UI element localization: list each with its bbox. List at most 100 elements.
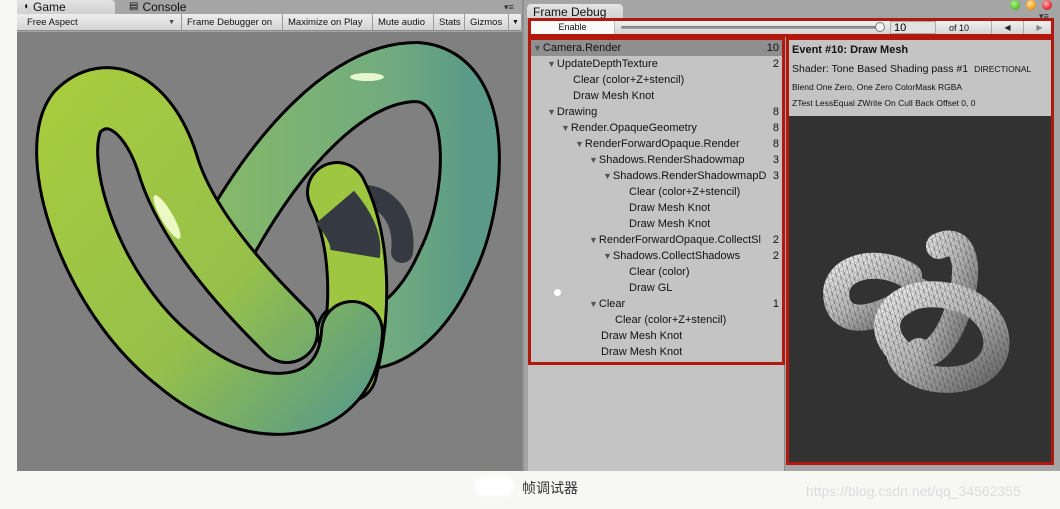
arrow-left-icon: ◀ [1004,23,1011,32]
tree-row[interactable]: Clear (color+Z+stencil) [531,312,782,328]
tree-row-label: UpdateDepthTexture [556,58,658,70]
aspect-dropdown[interactable]: Free Aspect ▼ [17,14,182,31]
expand-triangle-icon[interactable]: ▼ [603,171,612,181]
event-details-header: Event #10: Draw Mesh Shader: Tone Based … [789,40,1051,116]
tree-row[interactable]: Draw Mesh Knot [531,344,782,360]
frame-debugger-window: Frame Debug ▾≡ Enable 10 of 10 ◀ ▶ ▼Came… [522,0,1060,471]
tree-row-label: Shadows.RenderShadowmap [598,154,745,166]
tree-row[interactable]: Draw Mesh Knot [531,200,782,216]
expand-triangle-icon[interactable]: ▼ [533,43,542,53]
blog-watermark: https://blog.csdn.net/qq_34562355 [806,483,1021,499]
pacman-game-icon: ◖ [23,1,30,12]
event-slider-track[interactable] [621,26,879,29]
event-count-label: of 10 [949,23,970,33]
panel-menu-icon[interactable]: ▾≡ [504,2,514,13]
expand-triangle-icon[interactable]: ▼ [589,155,598,165]
shader-keyword: DIRECTIONAL [974,64,1032,74]
chevron-down-icon: ▼ [168,19,175,26]
tree-row[interactable]: ▼Shadows.RenderShadowmapD 3 [531,168,782,184]
tree-row-label: Drawing [556,106,598,118]
tree-row-label: Clear [598,298,626,310]
tree-row-label: RenderForwardOpaque.CollectSl [598,234,761,246]
tree-row[interactable]: ▼Clear 1 [531,296,782,312]
tree-row-label: Clear (color+Z+stencil) [615,314,727,326]
tree-row-count: 10 [766,42,779,54]
game-viewport[interactable] [17,32,522,471]
tree-row[interactable]: ▼RenderForwardOpaque.Render 8 [531,136,782,152]
tree-row[interactable]: Clear (color+Z+stencil) [531,72,782,88]
gizmos-toggle[interactable]: Gizmos [465,14,509,31]
maximize-window-icon[interactable] [1010,0,1020,10]
tree-row-label: Render.OpaqueGeometry [570,122,697,134]
tree-row-count: 2 [772,250,779,262]
tree-row-count: 2 [772,58,779,70]
stats-toggle[interactable]: Stats [434,14,465,31]
mouse-cursor [554,289,561,296]
expand-triangle-icon[interactable]: ▼ [575,139,584,149]
expand-triangle-icon[interactable]: ▼ [561,123,570,133]
tree-row-count: 8 [772,122,779,134]
expand-triangle-icon[interactable]: ▼ [547,107,556,117]
event-title: Event #10: Draw Mesh [792,44,909,56]
tree-row[interactable]: ▼UpdateDepthTexture 2 [531,56,782,72]
arrow-right-icon: ▶ [1036,23,1043,32]
expand-triangle-icon[interactable]: ▼ [603,251,612,261]
tree-row[interactable]: Draw Mesh Knot [531,216,782,232]
depth-cull-state: ZTest LessEqual ZWrite On Cull Back Offs… [792,98,976,108]
event-details-panel: Event #10: Draw Mesh Shader: Tone Based … [786,37,1054,465]
tree-row[interactable]: ▼Drawing 8 [531,104,782,120]
frame-debug-toolbar: Enable 10 of 10 ◀ ▶ [528,18,1054,37]
tree-row-label: Draw Mesh Knot [601,330,683,342]
tree-row[interactable]: Clear (color+Z+stencil) [531,184,782,200]
tree-row[interactable]: Draw GL [531,280,782,296]
tree-row-label: Draw Mesh Knot [629,218,711,230]
gizmos-dropdown-icon[interactable]: ▼ [509,14,522,31]
figure-caption: 帧调试器 [522,481,578,497]
tab-console[interactable]: ▤ Console [123,0,219,14]
previous-event-button[interactable]: ◀ [991,21,1023,34]
tree-row-label: RenderForwardOpaque.Render [584,138,740,150]
knot-shape [823,230,1010,393]
enable-button[interactable]: Enable [531,21,615,34]
next-event-button[interactable]: ▶ [1023,21,1055,34]
tab-frame-debug[interactable]: Frame Debug [527,4,623,19]
mute-audio-toggle[interactable]: Mute audio [373,14,434,31]
tree-row-label: Clear (color+Z+stencil) [573,74,685,86]
aspect-label: Free Aspect [27,17,78,28]
expand-triangle-icon[interactable]: ▼ [547,59,556,69]
tree-row-label: Clear (color) [629,266,690,278]
redacted-blur [474,476,514,496]
blend-state: Blend One Zero, One Zero ColorMask RGBA [792,82,963,92]
event-index-field[interactable]: 10 [890,21,936,34]
shader-name: Shader: Tone Based Shading pass #1 [792,63,969,75]
tree-row-count: 1 [772,298,779,310]
tab-game[interactable]: ◖ Game [17,0,115,14]
game-tabbar: ◖ Game ▤ Console ▾≡ [17,0,522,14]
frame-debugger-on-button[interactable]: Frame Debugger on [182,14,283,31]
event-slider-thumb[interactable] [875,22,885,32]
minimize-window-icon[interactable] [1026,0,1036,10]
tree-row[interactable]: Draw Mesh Knot [531,88,782,104]
tab-console-label: Console [142,0,187,14]
tree-row[interactable]: ▼Shadows.CollectShadows 2 [531,248,782,264]
tree-row-label: Draw Mesh Knot [629,202,711,214]
tree-row[interactable]: Clear (color) [531,264,782,280]
maximize-on-play-toggle[interactable]: Maximize on Play [283,14,373,31]
tree-row[interactable]: ▼Camera.Render 10 [531,40,782,56]
tree-row-label: Draw Mesh Knot [601,346,683,358]
tree-row[interactable]: ▼RenderForwardOpaque.CollectSl 2 [531,232,782,248]
wireframe-knot-preview [823,230,1010,393]
mesh-preview[interactable] [789,116,1051,462]
tab-game-label: Game [33,0,66,14]
tree-row-label: Draw Mesh Knot [573,90,655,102]
tree-row-label: Shadows.CollectShadows [612,250,741,262]
tree-row[interactable]: ▼Shadows.RenderShadowmap 3 [531,152,782,168]
tree-row[interactable]: Draw Mesh Knot [531,328,782,344]
expand-triangle-icon[interactable]: ▼ [589,235,598,245]
tree-row-count: 3 [772,154,779,166]
close-window-icon[interactable] [1042,0,1052,10]
tree-row[interactable]: ▼Render.OpaqueGeometry 8 [531,120,782,136]
expand-triangle-icon[interactable]: ▼ [589,299,598,309]
game-window: ◖ Game ▤ Console ▾≡ Free Aspect ▼ Frame … [17,0,522,471]
green-trefoil-knot-render [35,40,501,436]
